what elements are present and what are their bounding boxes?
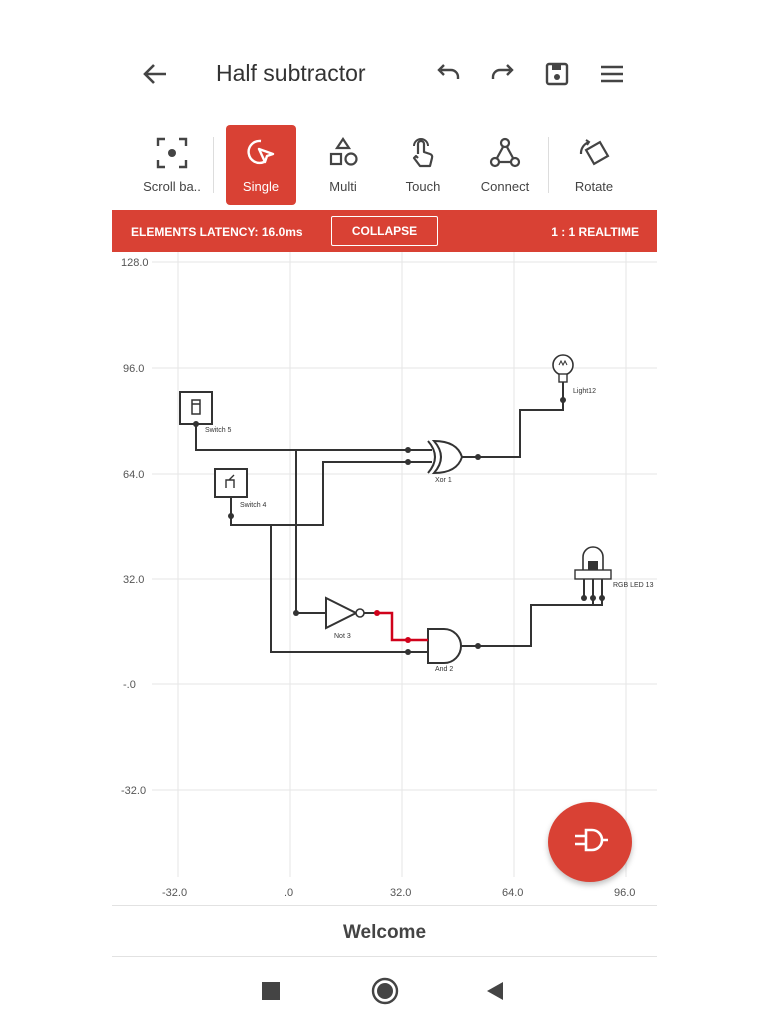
- rotate-icon: [574, 133, 614, 173]
- x-axis-label: 32.0: [390, 887, 411, 899]
- tool-touch[interactable]: Touch: [388, 125, 458, 205]
- grid: [152, 252, 657, 877]
- tool-scroll[interactable]: Scroll ba..: [137, 125, 207, 205]
- x-axis-label: 64.0: [502, 887, 523, 899]
- home-icon[interactable]: [369, 975, 401, 1007]
- switch-5[interactable]: Switch 5: [179, 391, 232, 434]
- tool-label: Rotate: [574, 179, 614, 194]
- latency-text: ELEMENTS LATENCY: 16.0ms: [131, 225, 303, 239]
- single-select-icon: [241, 133, 281, 173]
- tool-single[interactable]: Single: [226, 125, 296, 205]
- y-axis-label: -.0: [123, 679, 136, 691]
- tool-label: Multi: [329, 179, 357, 194]
- not-gate-3[interactable]: Not 3: [293, 596, 380, 640]
- toolbar-divider: [548, 137, 549, 193]
- tool-label: Scroll ba..: [143, 179, 201, 194]
- rgb-led-13[interactable]: RGB LED 13: [574, 546, 654, 601]
- undo-icon[interactable]: [430, 56, 466, 92]
- switch-4[interactable]: Switch 4: [214, 468, 267, 519]
- light-12-label: Light12: [573, 388, 596, 395]
- back-icon[interactable]: [479, 975, 511, 1007]
- welcome-text: Welcome: [342, 922, 427, 943]
- x-axis-label: 96.0: [614, 887, 635, 899]
- toolbar-divider: [213, 137, 214, 193]
- tool-rotate[interactable]: Rotate: [559, 125, 629, 205]
- light-12[interactable]: Light12: [552, 354, 596, 403]
- xor-1-label: Xor 1: [435, 477, 452, 484]
- active-wire: [377, 611, 408, 642]
- touch-icon: [403, 133, 443, 173]
- divider: [112, 956, 657, 957]
- switch-5-label: Switch 5: [205, 427, 232, 434]
- app-screen: Half subtractor Scroll ba.. Single Multi…: [0, 0, 768, 1024]
- tool-connect[interactable]: Connect: [470, 125, 540, 205]
- recents-icon[interactable]: [255, 975, 287, 1007]
- redo-icon[interactable]: [485, 56, 521, 92]
- realtime-text: 1 : 1 REALTIME: [551, 225, 639, 239]
- connect-icon: [485, 133, 525, 173]
- not-3-label: Not 3: [334, 633, 351, 640]
- and-2-label: And 2: [435, 666, 453, 673]
- x-axis-label: -32.0: [162, 887, 187, 899]
- y-axis-label: 96.0: [123, 363, 144, 375]
- multi-select-icon: [323, 133, 363, 173]
- xor-gate-1[interactable]: Xor 1: [405, 439, 481, 484]
- menu-icon[interactable]: [594, 56, 630, 92]
- rgb-led-13-label: RGB LED 13: [613, 582, 654, 589]
- divider: [112, 905, 657, 906]
- scroll-icon: [152, 133, 192, 173]
- back-arrow-icon[interactable]: [137, 56, 173, 92]
- tool-multi[interactable]: Multi: [308, 125, 378, 205]
- add-gate-button[interactable]: [548, 802, 632, 882]
- switch-4-label: Switch 4: [240, 502, 267, 509]
- and-gate-2[interactable]: And 2: [405, 628, 481, 673]
- x-axis-label: .0: [284, 887, 293, 899]
- tool-label: Touch: [405, 179, 441, 194]
- tool-label: Single: [242, 179, 280, 194]
- collapse-button[interactable]: COLLAPSE: [331, 216, 438, 246]
- wires: [195, 400, 603, 653]
- y-axis-label: 32.0: [123, 574, 144, 586]
- page-title: Half subtractor: [216, 60, 366, 86]
- y-axis-label: 64.0: [123, 469, 144, 481]
- y-axis-label: -32.0: [121, 785, 146, 797]
- y-axis-label: 128.0: [121, 257, 149, 269]
- add-gate-icon: [570, 820, 610, 865]
- simulation-status-bar: ELEMENTS LATENCY: 16.0ms COLLAPSE 1 : 1 …: [112, 210, 657, 252]
- save-icon[interactable]: [539, 56, 575, 92]
- tool-label: Connect: [480, 179, 530, 194]
